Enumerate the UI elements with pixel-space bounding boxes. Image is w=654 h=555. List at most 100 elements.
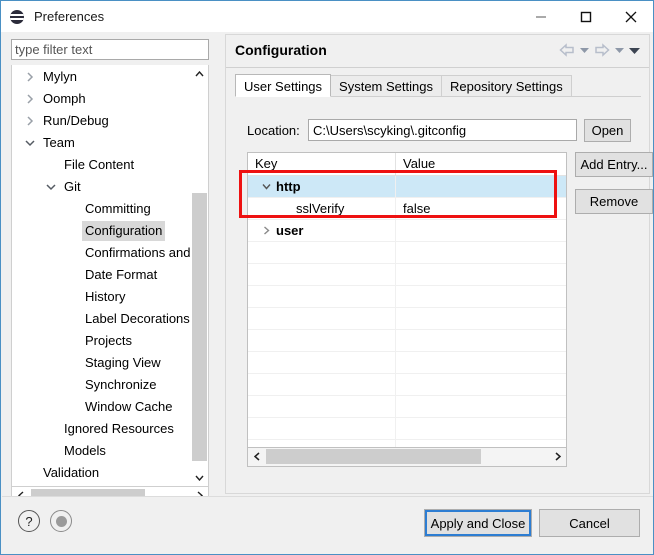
- sidebar-item-confirmations-and-w[interactable]: Confirmations and W: [12, 242, 206, 264]
- table-row[interactable]: [248, 418, 566, 440]
- sidebar-item-window-cache[interactable]: Window Cache: [12, 396, 193, 418]
- table-row[interactable]: http: [248, 176, 566, 198]
- table-cell-key: http: [248, 176, 396, 197]
- table-cell-key: [248, 264, 396, 285]
- apply-and-close-button[interactable]: Apply and Close: [424, 509, 532, 537]
- sidebar-item-date-format[interactable]: Date Format: [12, 264, 193, 286]
- open-button[interactable]: Open: [584, 119, 631, 142]
- table-scroll-right-icon[interactable]: [549, 448, 566, 465]
- sidebar-item-label: Validation: [43, 465, 100, 480]
- back-arrow-icon[interactable]: [558, 41, 576, 59]
- help-icon[interactable]: ?: [18, 510, 40, 532]
- column-header-value[interactable]: Value: [396, 153, 566, 175]
- chevron-right-icon[interactable]: [259, 220, 273, 241]
- search-input[interactable]: [11, 39, 209, 60]
- table-cell-key: [248, 396, 396, 417]
- tab-repository-settings[interactable]: Repository Settings: [440, 75, 572, 97]
- cancel-button[interactable]: Cancel: [539, 509, 640, 537]
- table-row[interactable]: [248, 264, 566, 286]
- preferences-sidebar: Mylyn Oomph Run/Debug Team File Content Git Co…: [2, 32, 220, 506]
- sidebar-item-label: File Content: [64, 157, 135, 172]
- table-cell-value: [396, 330, 566, 351]
- settings-tabs: User Settings System Settings Repository S…: [235, 74, 641, 97]
- sidebar-item-run-debug[interactable]: Run/Debug: [12, 110, 193, 132]
- close-icon[interactable]: [608, 1, 653, 32]
- table-cell-value: [396, 308, 566, 329]
- add-entry-button[interactable]: Add Entry...: [575, 152, 653, 177]
- table-row[interactable]: [248, 352, 566, 374]
- configuration-page: Configuration User Settings System Setti…: [225, 34, 653, 524]
- table-cell-value: [396, 220, 566, 241]
- table-row[interactable]: [248, 440, 566, 447]
- scroll-down-icon[interactable]: [191, 469, 208, 486]
- chevron-right-icon[interactable]: [22, 110, 38, 132]
- chevron-right-icon[interactable]: [22, 88, 38, 110]
- chevron-down-icon[interactable]: [259, 176, 273, 197]
- table-horizontal-scrollbar[interactable]: [247, 448, 567, 467]
- table-scroll-left-icon[interactable]: [248, 448, 265, 465]
- table-cell-value: [396, 440, 566, 447]
- tree-vertical-scrollbar[interactable]: [190, 65, 208, 486]
- back-menu-chevron-down-icon[interactable]: [578, 41, 591, 59]
- sidebar-item-committing[interactable]: Committing: [12, 198, 193, 220]
- view-menu-chevron-down-icon[interactable]: [628, 41, 641, 59]
- table-cell-value: [396, 264, 566, 285]
- table-row[interactable]: sslVerify false: [248, 198, 566, 220]
- page-nav-icons: [558, 41, 641, 59]
- remove-button[interactable]: Remove: [575, 189, 653, 214]
- sidebar-item-mylyn[interactable]: Mylyn: [12, 66, 193, 88]
- table-cell-value: false: [403, 201, 431, 216]
- chevron-down-icon[interactable]: [22, 132, 38, 154]
- table-row[interactable]: [248, 374, 566, 396]
- table-cell-key: [248, 330, 396, 351]
- sidebar-item-label-decorations[interactable]: Label Decorations: [12, 308, 193, 330]
- table-cell-value: [396, 242, 566, 263]
- title-bar: Preferences: [1, 1, 653, 32]
- forward-menu-chevron-down-icon[interactable]: [613, 41, 626, 59]
- table-cell-value: [396, 374, 566, 395]
- forward-arrow-icon[interactable]: [593, 41, 611, 59]
- sidebar-item-label: Ignored Resources: [64, 421, 174, 436]
- tab-system-settings[interactable]: System Settings: [330, 75, 442, 97]
- record-icon[interactable]: [50, 510, 72, 532]
- sidebar-item-file-content[interactable]: File Content: [12, 154, 193, 176]
- table-key-label: sslVerify: [296, 201, 345, 216]
- column-header-key[interactable]: Key: [248, 153, 396, 175]
- table-row[interactable]: [248, 242, 566, 264]
- table-key-label: http: [276, 179, 301, 194]
- minimize-icon[interactable]: [518, 1, 563, 32]
- tab-user-settings[interactable]: User Settings: [235, 74, 332, 97]
- sidebar-item-label: Oomph: [43, 91, 86, 106]
- table-row[interactable]: [248, 396, 566, 418]
- chevron-right-icon[interactable]: [22, 66, 38, 88]
- sidebar-item-synchronize[interactable]: Synchronize: [12, 374, 193, 396]
- sidebar-item-models[interactable]: Models: [12, 440, 193, 462]
- chevron-down-icon[interactable]: [43, 176, 59, 198]
- table-hscrollbar-thumb[interactable]: [266, 449, 481, 464]
- table-row[interactable]: [248, 330, 566, 352]
- sidebar-item-configuration[interactable]: Configuration: [12, 220, 193, 242]
- table-cell-key: [248, 286, 396, 307]
- tree-scrollbar-thumb[interactable]: [192, 193, 207, 461]
- sidebar-item-label: Staging View: [85, 355, 161, 370]
- maximize-icon[interactable]: [563, 1, 608, 32]
- location-label: Location:: [247, 123, 300, 138]
- table-row[interactable]: user: [248, 220, 566, 242]
- sidebar-item-team[interactable]: Team: [12, 132, 193, 154]
- sidebar-item-validation[interactable]: Validation: [12, 462, 193, 484]
- location-input[interactable]: [308, 119, 577, 141]
- table-row[interactable]: [248, 286, 566, 308]
- config-table[interactable]: Key Value http sslVerify false user: [247, 152, 567, 448]
- sidebar-item-ignored-resources[interactable]: Ignored Resources: [12, 418, 193, 440]
- sidebar-item-git[interactable]: Git: [12, 176, 193, 198]
- sidebar-item-projects[interactable]: Projects: [12, 330, 193, 352]
- table-row[interactable]: [248, 308, 566, 330]
- sidebar-item-staging-view[interactable]: Staging View: [12, 352, 193, 374]
- dialog-button-bar: ? Apply and Close Cancel: [2, 496, 653, 554]
- preference-tree[interactable]: Mylyn Oomph Run/Debug Team File Content Git Co…: [11, 65, 209, 487]
- window-title: Preferences: [34, 9, 105, 24]
- sidebar-item-history[interactable]: History: [12, 286, 193, 308]
- scroll-up-icon[interactable]: [191, 65, 208, 82]
- sidebar-item-oomph[interactable]: Oomph: [12, 88, 193, 110]
- sidebar-item-label: Git: [64, 179, 81, 194]
